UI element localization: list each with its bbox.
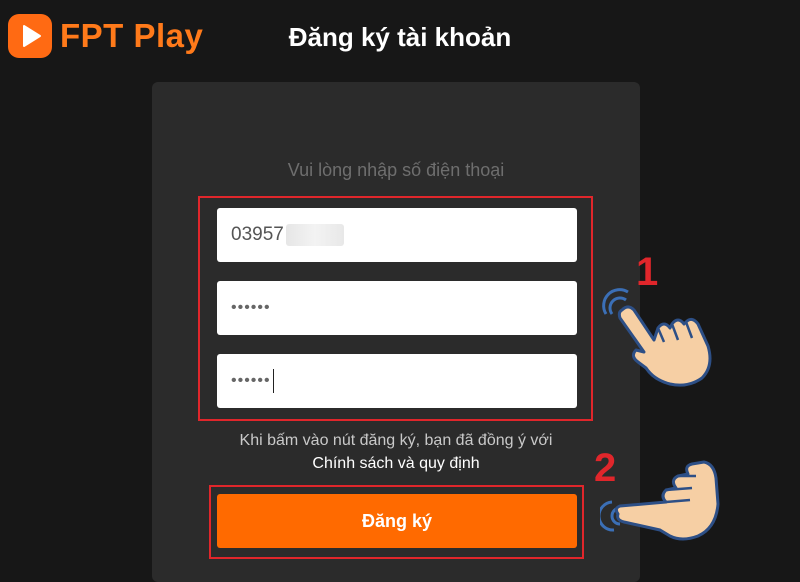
- page-title: Đăng ký tài khoản: [288, 22, 512, 52]
- pointing-hand-icon: [602, 288, 712, 387]
- text-cursor: [272, 369, 274, 393]
- phone-prompt: Vui lòng nhập số điện thoại: [287, 160, 505, 180]
- phone-number-value: 03957: [231, 224, 284, 245]
- password-field[interactable]: ••••••: [217, 281, 577, 335]
- confirm-password-mask: ••••••: [231, 372, 271, 389]
- phone-number-field[interactable]: 03957: [217, 208, 577, 262]
- confirm-password-field[interactable]: ••••••: [217, 354, 577, 408]
- pointing-hand-icon: [600, 460, 720, 541]
- password-mask: ••••••: [231, 299, 271, 316]
- register-button[interactable]: Đăng ký: [217, 494, 577, 548]
- terms-notice: Khi bấm vào nút đăng ký, bạn đã đồng ý v…: [239, 432, 553, 449]
- redacted-digits: [285, 224, 344, 246]
- policy-link[interactable]: Chính sách và quy định: [152, 455, 640, 473]
